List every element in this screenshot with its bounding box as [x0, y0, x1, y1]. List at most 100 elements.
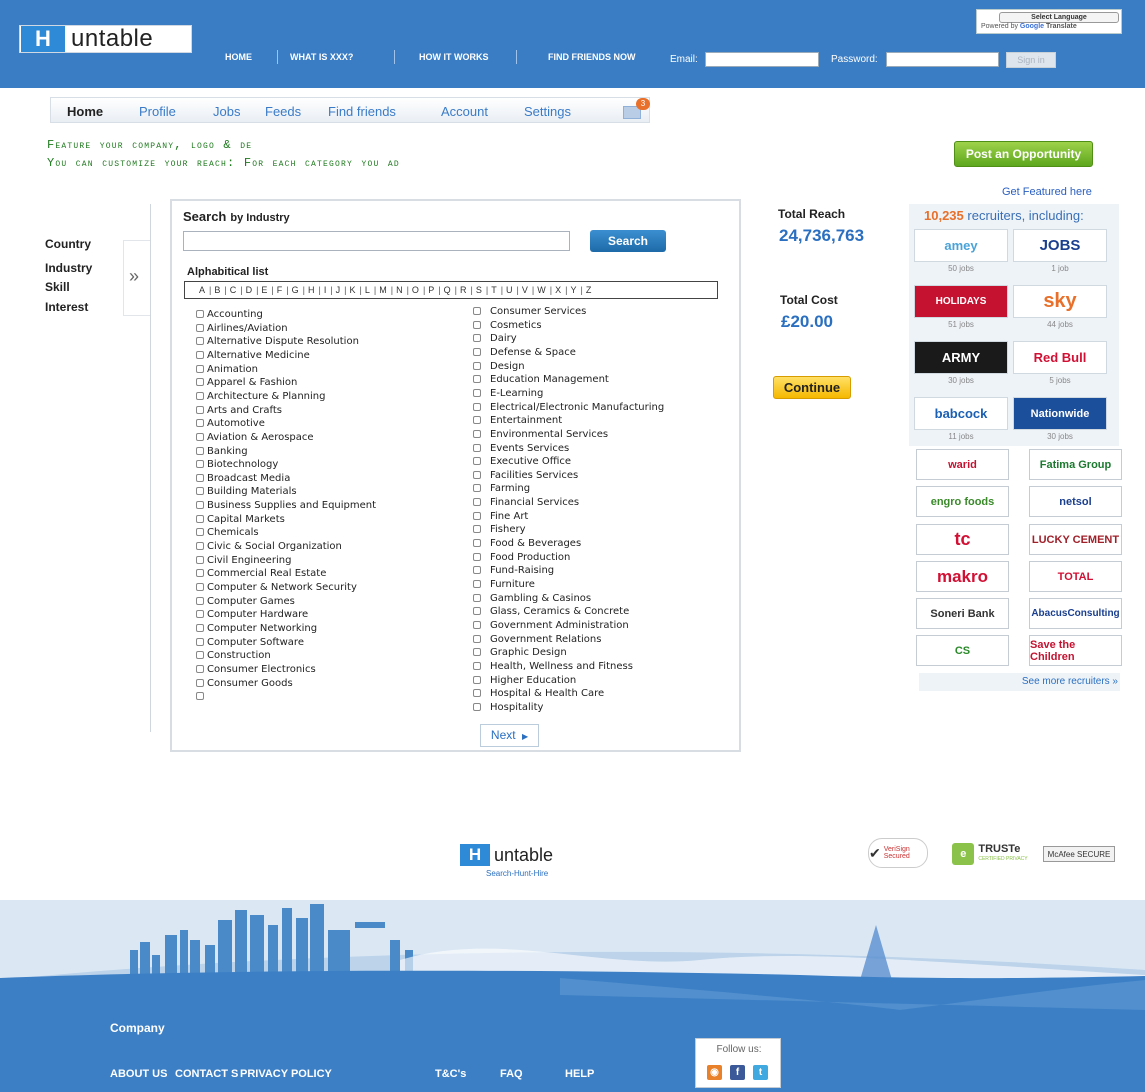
- industry-checkbox[interactable]: [196, 623, 204, 632]
- industry-checkbox[interactable]: [473, 661, 481, 670]
- industry-checkbox[interactable]: [196, 323, 204, 332]
- rss-icon[interactable]: ◉: [707, 1065, 722, 1080]
- email-field[interactable]: [705, 52, 819, 67]
- industry-checkbox[interactable]: [473, 566, 481, 575]
- footer-link-faq[interactable]: FAQ: [500, 1068, 523, 1080]
- alphabet-letter[interactable]: Q: [444, 285, 451, 295]
- alphabet-letter[interactable]: K: [350, 285, 356, 295]
- industry-checkbox[interactable]: [196, 637, 204, 646]
- industry-checkbox[interactable]: [473, 457, 481, 466]
- continue-button[interactable]: Continue: [773, 376, 851, 399]
- industry-checkbox[interactable]: [473, 484, 481, 493]
- topnav-what-is[interactable]: WHAT IS XXX?: [290, 52, 353, 62]
- translate-link[interactable]: Translate: [1046, 23, 1077, 30]
- see-more-recruiters-link[interactable]: See more recruiters »: [919, 673, 1120, 691]
- nav-settings[interactable]: Settings: [524, 104, 571, 119]
- industry-checkbox[interactable]: [196, 337, 204, 346]
- filter-industry[interactable]: Industry: [45, 261, 92, 275]
- filter-skill[interactable]: Skill: [45, 280, 70, 294]
- industry-checkbox[interactable]: [473, 320, 481, 329]
- nav-home[interactable]: Home: [67, 104, 103, 119]
- recruiter-logo[interactable]: AbacusConsulting: [1029, 598, 1122, 629]
- industry-checkbox[interactable]: [196, 692, 204, 701]
- industry-checkbox[interactable]: [473, 402, 481, 411]
- next-button[interactable]: Next ▶: [480, 724, 539, 747]
- topnav-find-friends[interactable]: FIND FRIENDS NOW: [548, 52, 636, 62]
- alphabet-letter[interactable]: P: [428, 285, 434, 295]
- alphabet-letter[interactable]: O: [412, 285, 419, 295]
- alphabet-letter[interactable]: T: [491, 285, 497, 295]
- alphabet-letter[interactable]: A: [199, 285, 205, 295]
- alphabet-letter[interactable]: G: [292, 285, 299, 295]
- filter-country[interactable]: Country: [45, 237, 91, 251]
- topnav-home[interactable]: HOME: [225, 52, 252, 62]
- industry-checkbox[interactable]: [196, 405, 204, 414]
- industry-checkbox[interactable]: [473, 307, 481, 315]
- recruiter-logo[interactable]: Fatima Group: [1029, 449, 1122, 480]
- industry-checkbox[interactable]: [473, 675, 481, 684]
- industry-checkbox[interactable]: [196, 514, 204, 523]
- alphabet-letter[interactable]: Y: [570, 285, 576, 295]
- industry-search-input[interactable]: [183, 231, 570, 251]
- industry-checkbox[interactable]: [196, 610, 204, 619]
- recruiter-jobs-count[interactable]: 1 job: [1013, 264, 1107, 273]
- recruiter-logo[interactable]: Soneri Bank: [916, 598, 1009, 629]
- recruiter-logo[interactable]: CS: [916, 635, 1009, 666]
- footer-link-privacy[interactable]: PRIVACY POLICY: [240, 1068, 332, 1080]
- nav-find-friends[interactable]: Find friends: [328, 104, 396, 119]
- huntable-logo[interactable]: H untable: [19, 25, 192, 53]
- industry-checkbox[interactable]: [196, 310, 204, 318]
- recruiter-jobs-count[interactable]: 30 jobs: [1013, 432, 1107, 441]
- featured-recruiter-logo[interactable]: Nationwide: [1013, 397, 1107, 430]
- truste-badge[interactable]: e TRUSTe CERTIFIED PRIVACY: [946, 842, 1034, 866]
- recruiter-logo[interactable]: engro foods: [916, 486, 1009, 517]
- industry-checkbox[interactable]: [473, 498, 481, 507]
- industry-checkbox[interactable]: [196, 528, 204, 537]
- featured-recruiter-logo[interactable]: amey: [914, 229, 1008, 262]
- industry-checkbox[interactable]: [473, 429, 481, 438]
- industry-checkbox[interactable]: [473, 620, 481, 629]
- industry-checkbox[interactable]: [196, 432, 204, 441]
- industry-checkbox[interactable]: [196, 678, 204, 687]
- industry-checkbox[interactable]: [473, 443, 481, 452]
- recruiter-logo[interactable]: TOTAL: [1029, 561, 1122, 592]
- industry-checkbox[interactable]: [196, 569, 204, 578]
- industry-checkbox[interactable]: [196, 350, 204, 359]
- topnav-how-it-works[interactable]: HOW IT WORKS: [419, 52, 489, 62]
- industry-checkbox[interactable]: [473, 525, 481, 534]
- alphabet-letter[interactable]: M: [379, 285, 387, 295]
- industry-checkbox[interactable]: [473, 539, 481, 548]
- industry-checkbox[interactable]: [473, 689, 481, 698]
- industry-checkbox[interactable]: [196, 583, 204, 591]
- facebook-icon[interactable]: f: [730, 1065, 745, 1080]
- footer-link-contact[interactable]: CONTACT S: [175, 1068, 238, 1080]
- alphabet-letter[interactable]: R: [460, 285, 467, 295]
- recruiter-logo[interactable]: netsol: [1029, 486, 1122, 517]
- industry-checkbox[interactable]: [473, 552, 481, 561]
- search-button[interactable]: Search: [590, 230, 666, 252]
- alphabet-letter[interactable]: S: [476, 285, 482, 295]
- industry-checkbox[interactable]: [196, 378, 204, 387]
- industry-checkbox[interactable]: [473, 470, 481, 479]
- alphabet-letter[interactable]: F: [277, 285, 283, 295]
- featured-recruiter-logo[interactable]: ARMY: [914, 341, 1008, 374]
- footer-link-terms[interactable]: T&C's: [435, 1068, 466, 1080]
- password-field[interactable]: [886, 52, 999, 67]
- double-chevron-right-icon[interactable]: »: [129, 266, 139, 287]
- industry-checkbox[interactable]: [473, 593, 481, 602]
- alphabet-letter[interactable]: V: [522, 285, 528, 295]
- recruiter-logo[interactable]: Save the Children: [1029, 635, 1122, 666]
- featured-recruiter-logo[interactable]: JOBS: [1013, 229, 1107, 262]
- footer-link-help[interactable]: HELP: [565, 1068, 594, 1080]
- recruiter-logo[interactable]: tc: [916, 524, 1009, 555]
- industry-checkbox[interactable]: [473, 347, 481, 356]
- industry-checkbox[interactable]: [196, 460, 204, 469]
- alphabet-letter[interactable]: W: [537, 285, 546, 295]
- twitter-icon[interactable]: t: [753, 1065, 768, 1080]
- industry-checkbox[interactable]: [473, 334, 481, 343]
- post-opportunity-button[interactable]: Post an Opportunity: [954, 141, 1093, 167]
- industry-checkbox[interactable]: [196, 487, 204, 496]
- featured-recruiter-logo[interactable]: Red Bull: [1013, 341, 1107, 374]
- recruiter-logo[interactable]: makro: [916, 561, 1009, 592]
- industry-checkbox[interactable]: [473, 361, 481, 370]
